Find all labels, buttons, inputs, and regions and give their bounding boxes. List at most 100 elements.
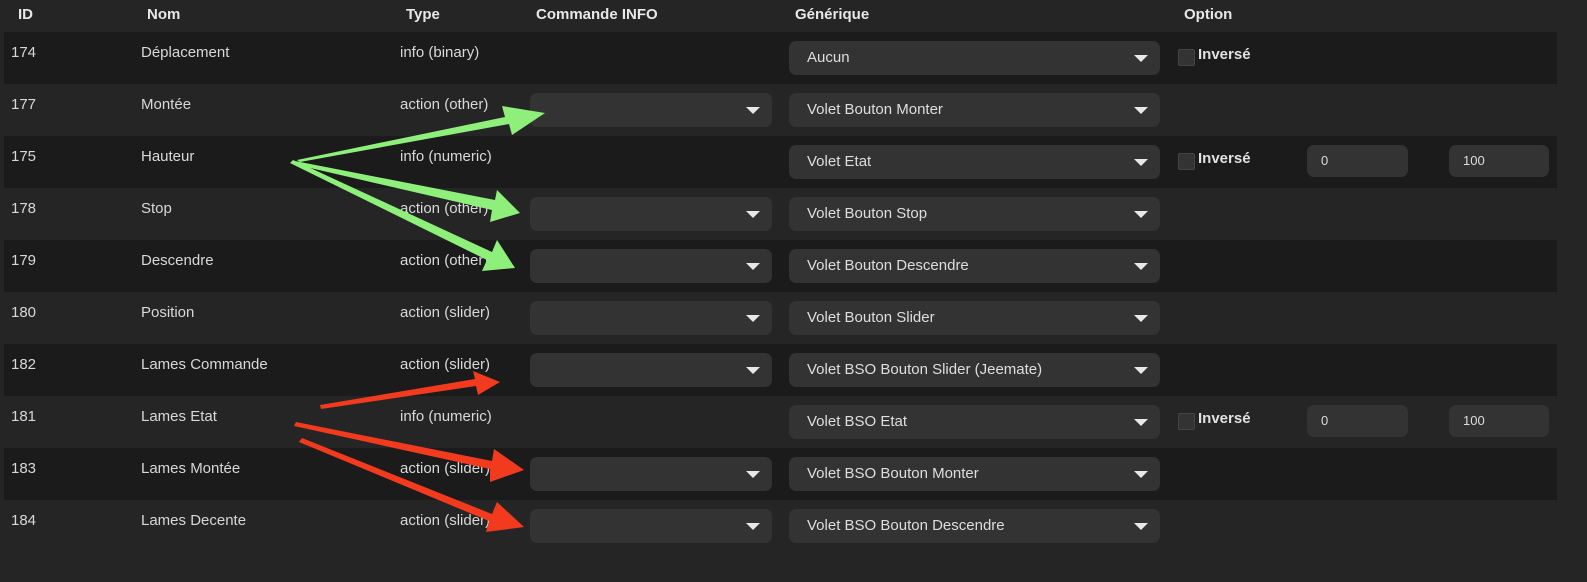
row-type: action (slider) xyxy=(400,304,491,321)
generique-value: Volet Bouton Monter xyxy=(807,101,943,118)
commande-info-select[interactable] xyxy=(530,197,772,231)
row-type: action (other) xyxy=(400,96,489,113)
table-row: 179 Descendre action (other) Volet Bouto… xyxy=(4,240,1557,292)
table-header: ID Nom Type Commande INFO Générique Opti… xyxy=(4,0,1557,32)
row-id: 181 xyxy=(11,408,37,425)
row-id: 182 xyxy=(11,356,37,373)
header-type: Type xyxy=(406,6,440,23)
generique-select[interactable]: Volet BSO Bouton Monter xyxy=(789,457,1160,491)
generique-value: Volet Etat xyxy=(807,153,872,170)
generique-value: Volet BSO Bouton Descendre xyxy=(807,517,1005,534)
inverse-checkbox[interactable] xyxy=(1178,413,1195,430)
table-row: 178 Stop action (other) Volet Bouton Sto… xyxy=(4,188,1557,240)
row-nom: Déplacement xyxy=(141,44,230,61)
header-generique: Générique xyxy=(795,6,870,23)
row-id: 184 xyxy=(11,512,37,529)
commands-table: ID Nom Type Commande INFO Générique Opti… xyxy=(4,0,1557,552)
row-type: info (numeric) xyxy=(400,148,492,165)
row-nom: Descendre xyxy=(141,252,214,269)
generique-select[interactable]: Volet Bouton Slider xyxy=(789,301,1160,335)
row-nom: Hauteur xyxy=(141,148,195,165)
chevron-down-icon xyxy=(1134,471,1148,478)
generique-value: Volet Bouton Stop xyxy=(807,205,928,222)
chevron-down-icon xyxy=(746,471,760,478)
generique-value: Volet Bouton Slider xyxy=(807,309,935,326)
table-row: 184 Lames Decente action (slider) Volet … xyxy=(4,500,1557,552)
row-type: action (other) xyxy=(400,200,489,217)
generique-select[interactable]: Volet Bouton Stop xyxy=(789,197,1160,231)
row-nom: Montée xyxy=(141,96,192,113)
generique-select[interactable]: Volet BSO Bouton Slider (Jeemate) xyxy=(789,353,1160,387)
header-commande-info: Commande INFO xyxy=(536,6,658,23)
row-id: 175 xyxy=(11,148,37,165)
max-input[interactable]: 100 xyxy=(1449,405,1549,437)
table-row: 183 Lames Montée action (slider) Volet B… xyxy=(4,448,1557,500)
generique-value: Aucun xyxy=(807,49,850,66)
generique-value: Volet BSO Bouton Slider (Jeemate) xyxy=(807,361,1043,378)
row-nom: Lames Decente xyxy=(141,512,247,529)
generique-select[interactable]: Volet BSO Etat xyxy=(789,405,1160,439)
chevron-down-icon xyxy=(746,315,760,322)
row-type: action (slider) xyxy=(400,460,491,477)
table-row: 182 Lames Commande action (slider) Volet… xyxy=(4,344,1557,396)
row-nom: Lames Commande xyxy=(141,356,268,373)
header-id: ID xyxy=(18,6,33,23)
max-input[interactable]: 100 xyxy=(1449,145,1549,177)
commande-info-select[interactable] xyxy=(530,249,772,283)
inverse-label: Inversé xyxy=(1198,46,1251,63)
commande-info-select[interactable] xyxy=(530,93,772,127)
row-nom: Position xyxy=(141,304,195,321)
generique-value: Volet Bouton Descendre xyxy=(807,257,969,274)
table-row: 175 Hauteur info (numeric) Volet Etat In… xyxy=(4,136,1557,188)
header-nom: Nom xyxy=(147,6,181,23)
chevron-down-icon xyxy=(1134,107,1148,114)
inverse-label: Inversé xyxy=(1198,150,1251,167)
generique-select[interactable]: Volet BSO Bouton Descendre xyxy=(789,509,1160,543)
chevron-down-icon xyxy=(1134,523,1148,530)
commande-info-select[interactable] xyxy=(530,301,772,335)
min-input[interactable]: 0 xyxy=(1307,145,1408,177)
chevron-down-icon xyxy=(746,211,760,218)
table-row: 180 Position action (slider) Volet Bouto… xyxy=(4,292,1557,344)
row-nom: Lames Montée xyxy=(141,460,241,477)
chevron-down-icon xyxy=(1134,211,1148,218)
row-type: action (slider) xyxy=(400,356,491,373)
table-row: 181 Lames Etat info (numeric) Volet BSO … xyxy=(4,396,1557,448)
table-row: 174 Déplacement info (binary) Aucun Inve… xyxy=(4,32,1557,84)
row-id: 183 xyxy=(11,460,37,477)
generique-select[interactable]: Volet Etat xyxy=(789,145,1160,179)
generique-value: Volet BSO Etat xyxy=(807,413,908,430)
chevron-down-icon xyxy=(1134,159,1148,166)
chevron-down-icon xyxy=(746,367,760,374)
generique-select[interactable]: Volet Bouton Descendre xyxy=(789,249,1160,283)
generique-select[interactable]: Aucun xyxy=(789,41,1160,75)
row-type: info (binary) xyxy=(400,44,480,61)
generique-value: Volet BSO Bouton Monter xyxy=(807,465,979,482)
commande-info-select[interactable] xyxy=(530,353,772,387)
row-id: 178 xyxy=(11,200,37,217)
inverse-label: Inversé xyxy=(1198,410,1251,427)
commande-info-select[interactable] xyxy=(530,509,772,543)
generique-select[interactable]: Volet Bouton Monter xyxy=(789,93,1160,127)
chevron-down-icon xyxy=(1134,367,1148,374)
table-row: 177 Montée action (other) Volet Bouton M… xyxy=(4,84,1557,136)
chevron-down-icon xyxy=(1134,263,1148,270)
inverse-checkbox[interactable] xyxy=(1178,153,1195,170)
row-type: action (slider) xyxy=(400,512,491,529)
chevron-down-icon xyxy=(746,523,760,530)
row-id: 177 xyxy=(11,96,37,113)
commande-info-select[interactable] xyxy=(530,457,772,491)
row-id: 179 xyxy=(11,252,37,269)
row-nom: Lames Etat xyxy=(141,408,217,425)
row-id: 174 xyxy=(11,44,37,61)
row-id: 180 xyxy=(11,304,37,321)
chevron-down-icon xyxy=(746,263,760,270)
row-type: info (numeric) xyxy=(400,408,492,425)
chevron-down-icon xyxy=(1134,419,1148,426)
min-input[interactable]: 0 xyxy=(1307,405,1408,437)
row-type: action (other) xyxy=(400,252,489,269)
chevron-down-icon xyxy=(746,107,760,114)
header-option: Option xyxy=(1184,6,1233,23)
chevron-down-icon xyxy=(1134,55,1148,62)
inverse-checkbox[interactable] xyxy=(1178,49,1195,66)
